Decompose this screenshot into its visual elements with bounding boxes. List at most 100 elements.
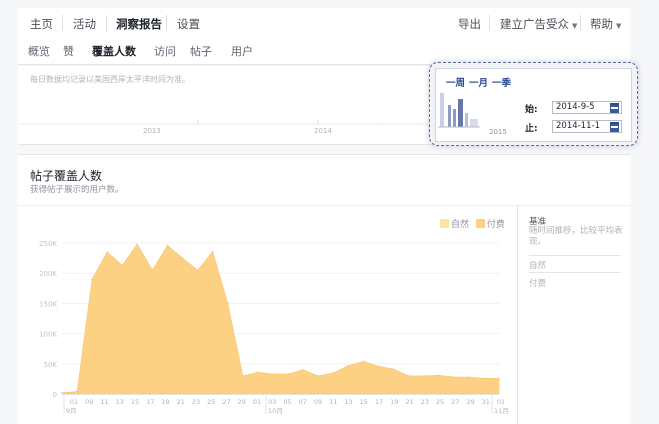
x-tick-label: 17: [146, 398, 154, 406]
mini-bar: [448, 105, 451, 127]
data-point: [332, 372, 334, 374]
nav-divider: [580, 15, 581, 31]
timeline-year-2014: 2014: [314, 127, 332, 135]
benchmark-organic[interactable]: 自然: [529, 259, 546, 271]
tab-likes[interactable]: 赞: [63, 43, 74, 59]
x-tick-label: 07: [299, 398, 307, 406]
calendar-icon[interactable]: [610, 103, 619, 113]
data-point: [76, 391, 78, 393]
end-date-label: 止:: [525, 124, 538, 134]
benchmark-sidebar: 基准 随时间推移，比较平均表现。 自然 付费: [517, 205, 631, 424]
data-point: [453, 376, 455, 378]
benchmark-paid[interactable]: 付费: [529, 277, 546, 289]
data-point: [272, 373, 274, 375]
x-tick-label: 27: [451, 398, 459, 406]
mini-bar: [440, 93, 444, 127]
nav-export[interactable]: 导出: [458, 16, 481, 32]
start-date-field[interactable]: 2014-9-5: [552, 101, 622, 114]
tab-overview[interactable]: 概览: [28, 43, 50, 59]
range-month[interactable]: 一月: [469, 78, 488, 89]
x-tick-label: 13: [344, 398, 352, 406]
nav-settings[interactable]: 设置: [177, 16, 200, 32]
nav-insights[interactable]: 洞察报告: [116, 16, 162, 32]
end-date-field[interactable]: 2014-11-1: [552, 120, 622, 133]
x-tick-label: 03: [268, 398, 276, 406]
data-point: [392, 368, 395, 370]
nav-help[interactable]: 帮助 ▼: [590, 16, 621, 32]
create-ad-label: 建立广告受众: [500, 17, 569, 31]
end-date-value: 2014-11-1: [556, 121, 600, 131]
timeline-year-2013: 2013: [143, 127, 161, 135]
data-point: [287, 373, 289, 375]
x-tick-label: 01: [497, 398, 505, 406]
x-tick-label: 01: [70, 398, 78, 406]
nav-home[interactable]: 主页: [30, 16, 53, 32]
tab-posts[interactable]: 帖子: [190, 43, 212, 59]
x-tick-label: 29: [238, 398, 246, 406]
mini-bar: [465, 113, 468, 127]
x-tick-label: 05: [283, 398, 291, 406]
benchmark-description: 随时间推移，比较平均表现。: [529, 226, 623, 247]
insights-subnav: 概览 赞 覆盖人数 访问 帖子 用户: [18, 38, 630, 65]
mini-year-label: 2015: [489, 128, 507, 136]
chevron-down-icon: ▼: [572, 22, 578, 30]
x-tick-label: 27: [222, 398, 230, 406]
data-point: [498, 377, 500, 379]
data-point: [302, 369, 304, 371]
data-point: [377, 365, 379, 367]
help-label: 帮助: [590, 17, 613, 31]
y-tick-label: 250K: [39, 240, 57, 248]
x-tick-label: 17: [375, 398, 383, 406]
mini-bar: [453, 109, 456, 127]
data-point: [438, 374, 440, 376]
x-tick-label: 31: [482, 398, 490, 406]
nav-activity[interactable]: 活动: [73, 16, 96, 32]
x-tick-label: 19: [161, 398, 169, 406]
data-point: [227, 302, 229, 304]
mini-bar: [458, 99, 463, 127]
data-point: [121, 264, 123, 266]
x-tick-label: 01: [253, 398, 261, 406]
data-point: [182, 257, 184, 259]
range-quarter[interactable]: 一季: [492, 78, 511, 89]
start-date-label: 始:: [525, 105, 538, 115]
data-point: [423, 375, 425, 377]
data-point: [197, 269, 199, 271]
range-week[interactable]: 一周: [446, 78, 465, 89]
y-tick-label: 100K: [39, 331, 57, 339]
nav-divider: [106, 15, 107, 31]
data-point: [106, 251, 108, 253]
date-range-picker: 一周 一月 一季 2015 始: 2014-9-5 止: 2014-11-1: [429, 62, 638, 146]
calendar-icon[interactable]: [610, 122, 619, 132]
data-point: [408, 375, 410, 377]
tab-reach[interactable]: 覆盖人数: [92, 43, 136, 59]
x-tick-label: 25: [207, 398, 215, 406]
x-tick-label: 21: [177, 398, 185, 406]
data-point: [212, 250, 214, 253]
data-point: [483, 377, 485, 379]
x-tick-label: 23: [192, 398, 200, 406]
data-point: [151, 269, 153, 271]
x-month-label: 9月: [66, 407, 77, 415]
data-point: [242, 375, 244, 377]
series-area-paid: [61, 243, 500, 395]
data-point: [136, 243, 138, 245]
range-presets: 一周 一月 一季: [446, 75, 515, 89]
nav-create-ad-audience[interactable]: 建立广告受众 ▼: [500, 16, 577, 32]
data-point: [468, 376, 470, 378]
x-month-label: 10月: [268, 407, 283, 415]
x-tick-label: 19: [390, 398, 398, 406]
x-tick-label: 21: [405, 398, 413, 406]
top-nav: 主页 活动 洞察报告 设置 导出 建立广告受众 ▼ 帮助 ▼: [18, 8, 630, 39]
y-tick-label: 0: [53, 391, 57, 399]
tab-people[interactable]: 用户: [231, 43, 253, 59]
tab-visits[interactable]: 访问: [154, 43, 176, 59]
data-point: [347, 365, 349, 367]
y-tick-label: 150K: [39, 300, 57, 308]
mini-timeline-preview[interactable]: [438, 91, 480, 131]
x-tick-label: 09: [314, 398, 322, 406]
date-range-card: 一周 一月 一季 2015 始: 2014-9-5 止: 2014-11-1: [435, 68, 632, 142]
y-tick-label: 200K: [39, 270, 57, 278]
data-point: [362, 360, 364, 362]
x-tick-label: 09: [85, 398, 93, 406]
